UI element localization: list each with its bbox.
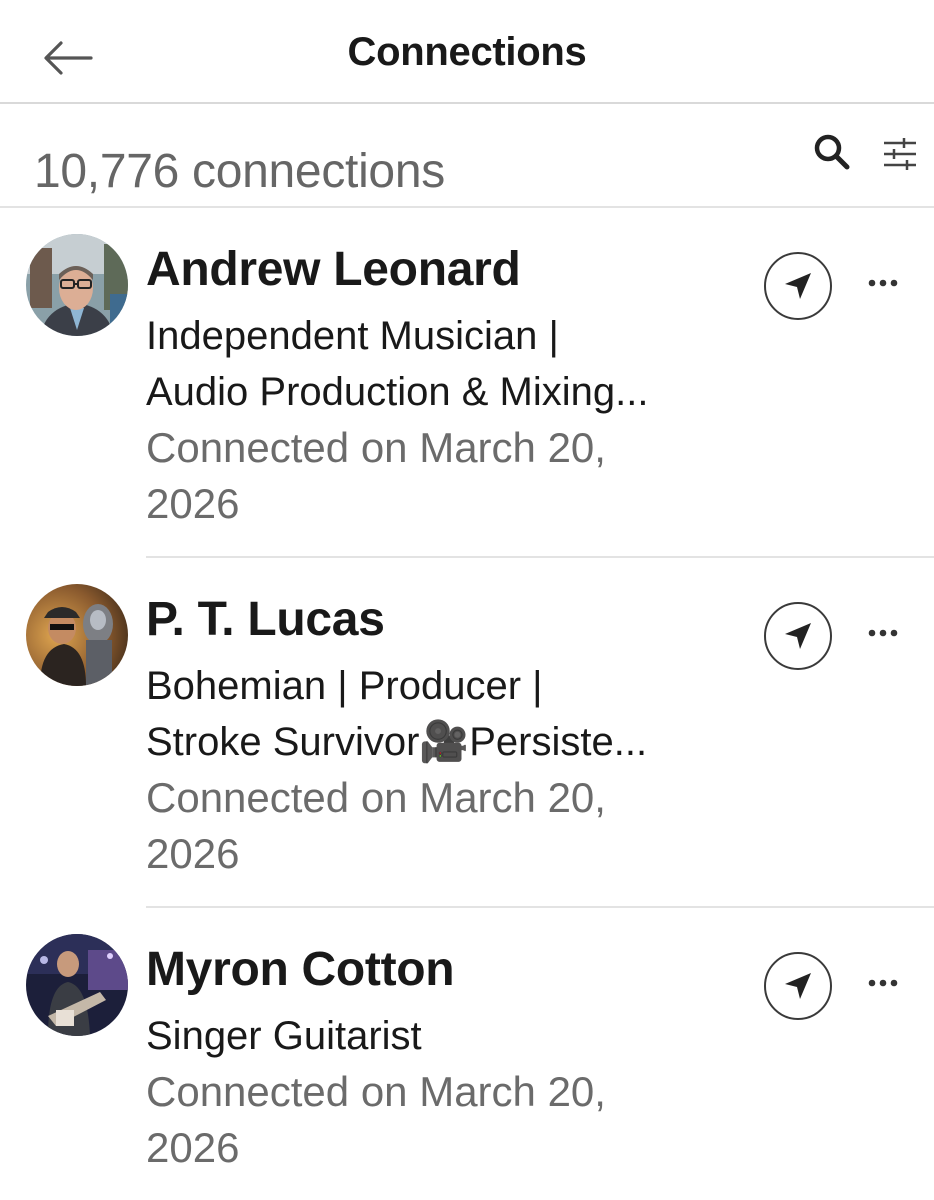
message-button[interactable]	[764, 252, 832, 320]
top-app-bar: Connections	[0, 0, 934, 104]
headline-line: Bohemian | Producer |	[146, 664, 543, 708]
connection-name[interactable]: Myron Cotton	[146, 942, 455, 997]
ellipsis-icon	[868, 629, 898, 637]
row-divider	[146, 556, 934, 558]
headline-line: Independent Musician |	[146, 314, 559, 358]
connection-headline: Singer Guitarist	[146, 1008, 746, 1064]
ellipsis-icon	[868, 279, 898, 287]
headline-line: Stroke Survivor🎥Persiste...	[146, 720, 648, 764]
connected-line: Connected on March 20,	[146, 1068, 606, 1115]
avatar[interactable]	[26, 234, 128, 336]
message-button[interactable]	[764, 952, 832, 1020]
send-icon	[785, 623, 811, 649]
connections-count: 10,776 connections	[34, 145, 445, 198]
connection-name[interactable]: Andrew Leonard	[146, 242, 521, 297]
filter-button[interactable]	[880, 134, 922, 176]
headline-line: Audio Production & Mixing...	[146, 370, 649, 414]
headline-line: Singer Guitarist	[146, 1014, 422, 1058]
connection-name[interactable]: P. T. Lucas	[146, 592, 385, 647]
connection-headline: Bohemian | Producer | Stroke Survivor🎥Pe…	[146, 658, 746, 770]
ellipsis-icon	[868, 979, 898, 987]
connection-headline: Independent Musician | Audio Production …	[146, 308, 746, 420]
avatar[interactable]	[26, 934, 128, 1036]
connected-date: Connected on March 20, 2026	[146, 770, 706, 882]
more-options-button[interactable]	[860, 268, 906, 298]
connected-line: Connected on March 20,	[146, 424, 606, 471]
connected-line: 2026	[146, 480, 240, 527]
more-options-button[interactable]	[860, 618, 906, 648]
page-title: Connections	[347, 30, 587, 74]
send-icon	[785, 273, 811, 299]
connected-line: Connected on March 20,	[146, 774, 606, 821]
sliders-icon	[884, 138, 916, 170]
connected-line: 2026	[146, 1124, 240, 1171]
connected-date: Connected on March 20, 2026	[146, 1064, 706, 1176]
send-icon	[785, 973, 811, 999]
connections-count-bar: 10,776 connections	[0, 104, 934, 208]
connected-date: Connected on March 20, 2026	[146, 420, 706, 532]
search-icon	[814, 134, 850, 170]
connected-line: 2026	[146, 830, 240, 877]
row-divider	[146, 906, 934, 908]
more-options-button[interactable]	[860, 968, 906, 998]
avatar[interactable]	[26, 584, 128, 686]
search-button[interactable]	[812, 132, 854, 174]
message-button[interactable]	[764, 602, 832, 670]
